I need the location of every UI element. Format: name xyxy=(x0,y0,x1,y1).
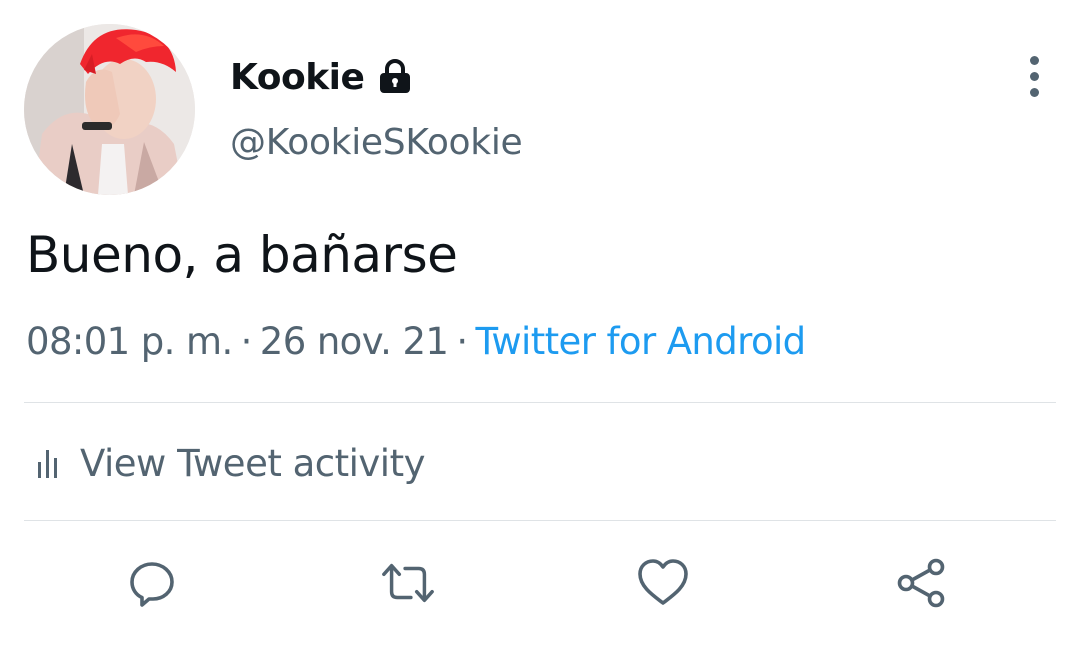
tweet-time[interactable]: 08:01 p. m. xyxy=(26,320,233,363)
tweet-source-link[interactable]: Twitter for Android xyxy=(476,320,807,363)
meta-separator: · xyxy=(456,320,468,363)
view-tweet-activity-label: View Tweet activity xyxy=(80,441,425,485)
like-button[interactable] xyxy=(635,555,691,611)
more-vertical-icon-dot xyxy=(1029,87,1039,97)
bar-chart-icon xyxy=(36,446,60,480)
retweet-icon xyxy=(382,563,434,603)
tweet-action-bar xyxy=(0,555,1080,611)
avatar[interactable] xyxy=(24,24,195,195)
reply-button[interactable] xyxy=(124,555,180,611)
share-icon xyxy=(897,558,945,608)
more-vertical-icon xyxy=(1029,55,1039,65)
author-display-name[interactable]: Kookie xyxy=(230,57,365,98)
tweet-text: Bueno, a bañarse xyxy=(26,226,458,284)
avatar-photo xyxy=(24,24,195,195)
author-handle[interactable]: @KookieSKookie xyxy=(230,122,523,163)
retweet-button[interactable] xyxy=(380,555,436,611)
tweet-date[interactable]: 26 nov. 21 xyxy=(260,320,449,363)
tweet-meta: 08:01 p. m. · 26 nov. 21 · Twitter for Andro… xyxy=(26,320,806,363)
reply-icon xyxy=(130,562,174,607)
author-name-row[interactable]: Kookie xyxy=(230,52,412,102)
more-vertical-icon-dot xyxy=(1029,71,1039,81)
view-tweet-activity[interactable]: View Tweet activity xyxy=(36,438,425,488)
more-options-button[interactable] xyxy=(1012,52,1056,100)
divider xyxy=(24,402,1056,403)
share-button[interactable] xyxy=(893,555,949,611)
meta-separator: · xyxy=(240,320,253,363)
divider xyxy=(24,520,1056,521)
tweet-detail: Kookie @KookieSKookie Bueno, a bañarse 0… xyxy=(0,0,1080,659)
lock-icon xyxy=(378,59,412,95)
heart-icon xyxy=(638,559,688,605)
